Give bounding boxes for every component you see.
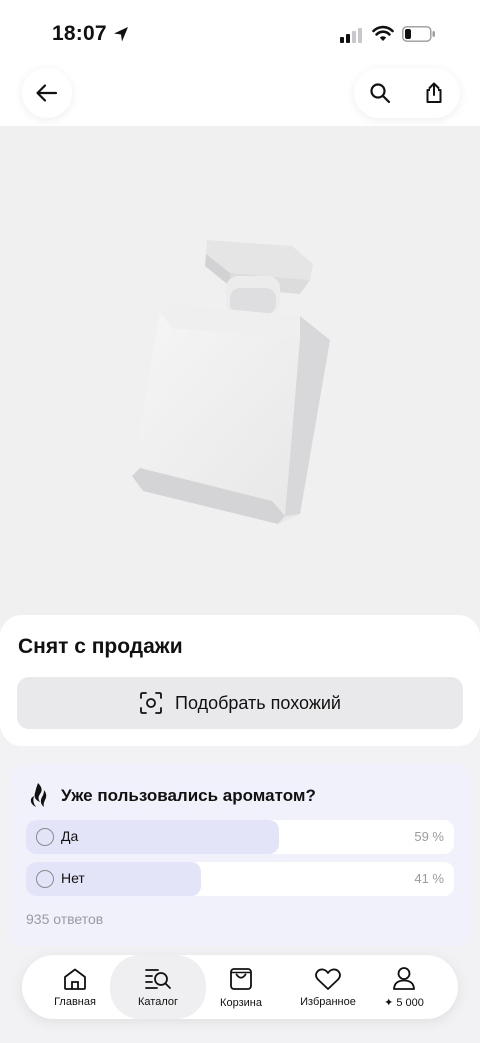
catalog-search-icon bbox=[145, 968, 171, 989]
wifi-icon bbox=[372, 25, 394, 41]
poll-option-no[interactable]: Нет 41 % bbox=[26, 862, 454, 896]
radio-button[interactable] bbox=[36, 870, 54, 888]
nav-item-catalog[interactable]: Каталог bbox=[110, 955, 206, 1019]
scent-poll: Уже пользовались ароматом? Да 59 % Нет 4… bbox=[9, 763, 471, 946]
poll-question: Уже пользовались ароматом? bbox=[61, 786, 316, 805]
poll-option-label: Да bbox=[61, 828, 79, 844]
cellular-signal-icon bbox=[340, 28, 362, 43]
nav-label: Главная bbox=[54, 995, 96, 1008]
poll-option-yes[interactable]: Да 59 % bbox=[26, 820, 454, 854]
find-similar-label: Подобрать похожий bbox=[175, 692, 341, 713]
heart-icon bbox=[315, 968, 341, 990]
status-time: 18:07 bbox=[52, 22, 107, 45]
nav-label: Избранное bbox=[300, 995, 356, 1008]
nav-item-home[interactable]: Главная bbox=[30, 955, 120, 1019]
nav-item-profile[interactable]: ✦ 5 000 bbox=[362, 955, 446, 1019]
actions-pill bbox=[354, 68, 460, 118]
share-icon[interactable] bbox=[422, 81, 446, 105]
status-bar: 18:07 bbox=[0, 0, 480, 64]
sold-out-title: Снят с продажи bbox=[18, 635, 183, 658]
battery-icon bbox=[402, 26, 435, 42]
visual-search-icon bbox=[140, 692, 162, 714]
poll-responses-count: 935 ответов bbox=[26, 911, 104, 927]
home-icon bbox=[64, 968, 86, 990]
product-status-card: Снят с продажи Подобрать похожий bbox=[0, 615, 480, 746]
arrow-left-icon bbox=[36, 84, 58, 102]
poll-option-label: Нет bbox=[61, 870, 85, 886]
back-button[interactable] bbox=[22, 68, 72, 118]
find-similar-button[interactable]: Подобрать похожий bbox=[17, 677, 463, 729]
perfume-bottle-image bbox=[132, 240, 330, 524]
nav-label: ✦ 5 000 bbox=[384, 997, 424, 1009]
search-icon[interactable] bbox=[368, 81, 392, 105]
location-arrow-icon bbox=[114, 27, 128, 42]
flame-icon bbox=[30, 783, 47, 807]
nav-item-cart[interactable]: Корзина bbox=[196, 955, 286, 1019]
bottom-nav: Главная Каталог Корзина Избранное ✦ 5 00… bbox=[22, 955, 458, 1019]
bag-icon bbox=[230, 967, 252, 990]
product-page: 18:07 Снят с продажи Подобрать похожий У… bbox=[0, 0, 480, 1043]
radio-button[interactable] bbox=[36, 828, 54, 846]
poll-option-percent: 59 % bbox=[414, 829, 444, 844]
nav-label: Каталог bbox=[138, 995, 178, 1008]
top-bar bbox=[0, 64, 480, 126]
poll-option-percent: 41 % bbox=[414, 871, 444, 886]
product-image-area bbox=[0, 126, 480, 626]
nav-label: Корзина bbox=[220, 996, 262, 1009]
profile-icon bbox=[393, 967, 415, 990]
